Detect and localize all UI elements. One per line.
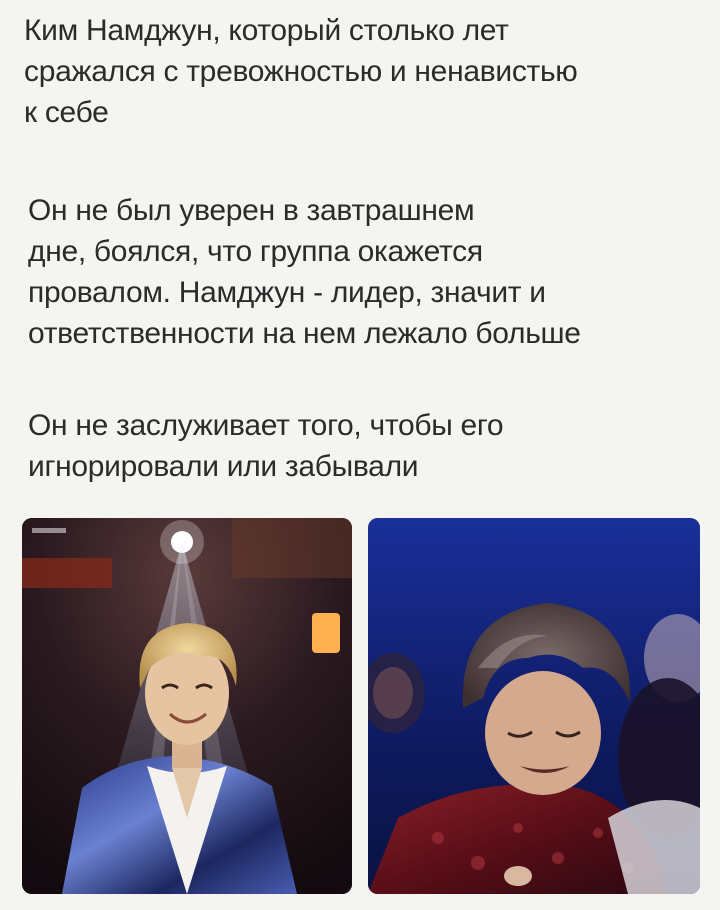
post-card: Ким Намджун, который столько лет сражалс…: [0, 0, 720, 910]
paragraph-line: к себе: [24, 96, 109, 129]
paragraph-line: игнорировали или забывали: [28, 450, 419, 483]
paragraph-3: Он не заслуживает того, чтобы его игнори…: [28, 405, 708, 487]
paragraph-line: дне, боялся, что группа окажется: [28, 235, 483, 268]
paragraph-line: ответственности на нем лежало больше: [28, 317, 581, 350]
photo-left: [22, 518, 352, 894]
paragraph-line: сражался с тревожностью и ненавистью: [24, 55, 578, 88]
paragraph-line: провалом. Намджун - лидер, значит и: [28, 276, 546, 309]
paragraph-line: Он не заслуживает того, чтобы его: [28, 409, 504, 442]
photo-right: [368, 518, 700, 894]
paragraph-line: Он не был уверен в завтрашнем: [28, 194, 475, 227]
paragraph-2: Он не был уверен в завтрашнем дне, боялс…: [28, 190, 708, 354]
photo-crying-embrace-icon: [368, 518, 700, 894]
paragraph-line: Ким Намджун, который столько лет: [24, 14, 509, 47]
paragraph-1: Ким Намджун, который столько лет сражалс…: [24, 10, 704, 133]
photo-smiling-on-stage-icon: [22, 518, 352, 894]
